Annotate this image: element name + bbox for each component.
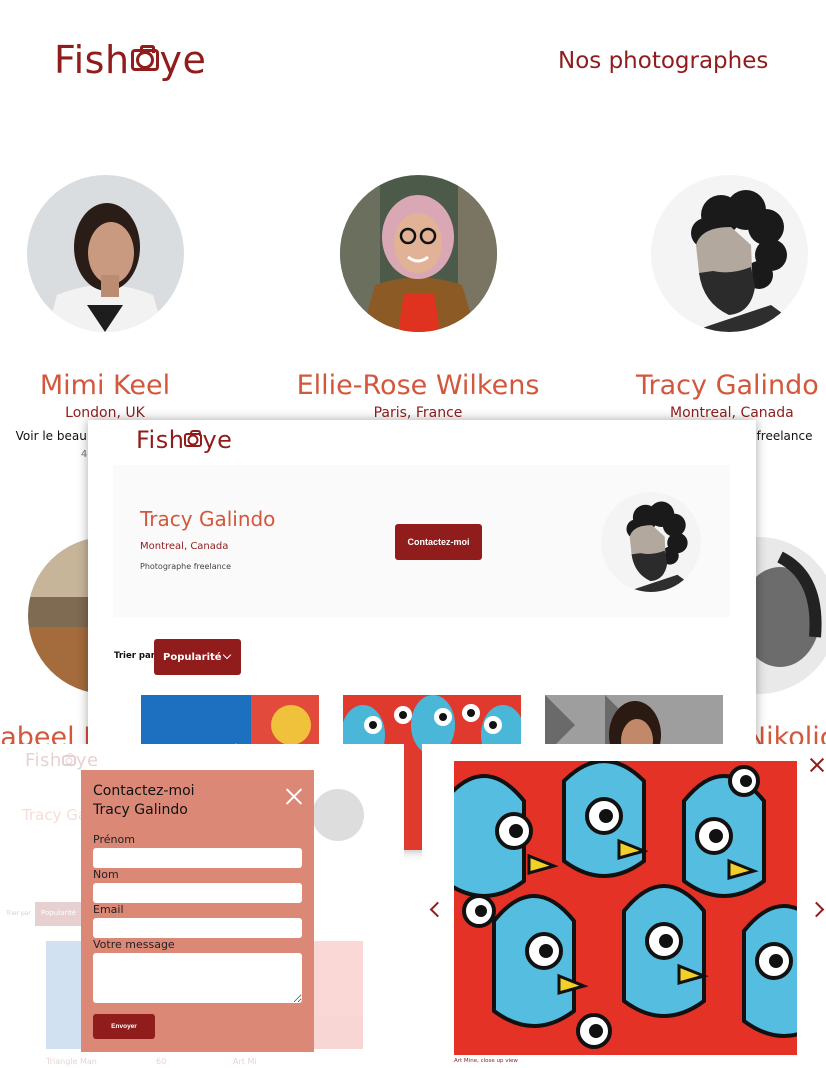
photographer-card-ellie-rose-wilkens[interactable]: Ellie-Rose Wilkens Paris, France	[288, 175, 548, 421]
logo-text-right: ye	[75, 750, 99, 771]
photographer-name: Tracy Galindo	[140, 507, 276, 531]
fisheye-logo[interactable]: Fish ye	[136, 426, 232, 454]
lightbox-caption: Art Mine, close up view	[454, 1058, 518, 1064]
email-label: Email	[93, 903, 124, 916]
logo-text-right: ye	[202, 426, 233, 454]
photographer-tagline: Photographe freelance	[140, 562, 231, 571]
photographer-card-tracy-galindo[interactable]: Tracy Galindo Montreal, Canada Photograp…	[628, 175, 826, 443]
media-title: Art Mi	[233, 1057, 257, 1066]
camera-icon	[184, 430, 203, 447]
sort-label: Trier par	[114, 651, 155, 661]
first-name-field[interactable]	[93, 848, 302, 868]
close-icon[interactable]	[285, 788, 302, 805]
logo-text-right: ye	[159, 38, 207, 82]
photographer-name[interactable]: Ellie-Rose Wilkens	[288, 370, 548, 401]
camera-icon	[61, 753, 76, 766]
first-name-label: Prénom	[93, 833, 135, 846]
photographer-location: Paris, France	[373, 405, 463, 421]
chevron-left-icon[interactable]	[429, 901, 446, 918]
avatar[interactable]	[26, 175, 184, 332]
sort-dropdown[interactable]: Popularité	[154, 639, 241, 675]
photographer-location: Montreal, Canada	[140, 541, 229, 552]
photographer-name: Tracy Ga	[22, 806, 88, 824]
photographer-location: London, UK	[65, 405, 145, 421]
camera-icon	[130, 45, 159, 71]
contact-button[interactable]: Contactez-moi	[395, 524, 482, 560]
photographer-header: Tracy Galindo Montreal, Canada Photograp…	[113, 465, 730, 617]
close-icon[interactable]	[810, 758, 824, 772]
contact-modal: Contactez-moi Tracy Galindo Prénom Nom E…	[81, 770, 314, 1052]
page-title: Nos photographes	[558, 48, 769, 74]
sort-dropdown: Popularité	[35, 902, 87, 926]
contact-modal-screen: Fish ye Tracy Ga Trier par Popularité Tri…	[0, 744, 404, 1068]
avatar	[312, 789, 364, 841]
logo-text-left: Fish	[25, 750, 62, 771]
photographer-location: Montreal, Canada	[670, 405, 794, 421]
message-field[interactable]	[93, 953, 302, 1003]
logo-text-left: Fish	[136, 426, 185, 454]
avatar[interactable]	[651, 175, 808, 332]
lightbox-image	[454, 761, 797, 1055]
media-likes: 60	[156, 1057, 167, 1066]
photographer-card-mimi-keel[interactable]: Mimi Keel London, UK Voir le beau dans l…	[5, 175, 205, 460]
avatar	[601, 492, 701, 592]
sort-value: Popularité	[163, 651, 222, 663]
message-label: Votre message	[93, 938, 175, 951]
logo-text-left: Fish	[54, 38, 130, 82]
last-name-field[interactable]	[93, 883, 302, 903]
chevron-down-icon	[222, 650, 232, 660]
sort-label: Trier par	[6, 910, 31, 917]
photographer-name[interactable]: Mimi Keel	[5, 370, 205, 401]
chevron-right-icon[interactable]	[808, 901, 825, 918]
modal-title: Contactez-moi Tracy Galindo	[93, 783, 195, 818]
fisheye-logo[interactable]: Fish ye	[54, 38, 206, 82]
send-button[interactable]: Envoyer	[93, 1014, 155, 1039]
photographer-name[interactable]: Tracy Galindo	[636, 370, 826, 401]
media-title: Triangle Man	[46, 1057, 97, 1066]
last-name-label: Nom	[93, 868, 119, 881]
email-field[interactable]	[93, 918, 302, 938]
lightbox-screen: Art Mine, close up view	[422, 744, 826, 1068]
fisheye-logo: Fish ye	[25, 750, 99, 771]
avatar[interactable]	[339, 175, 497, 332]
